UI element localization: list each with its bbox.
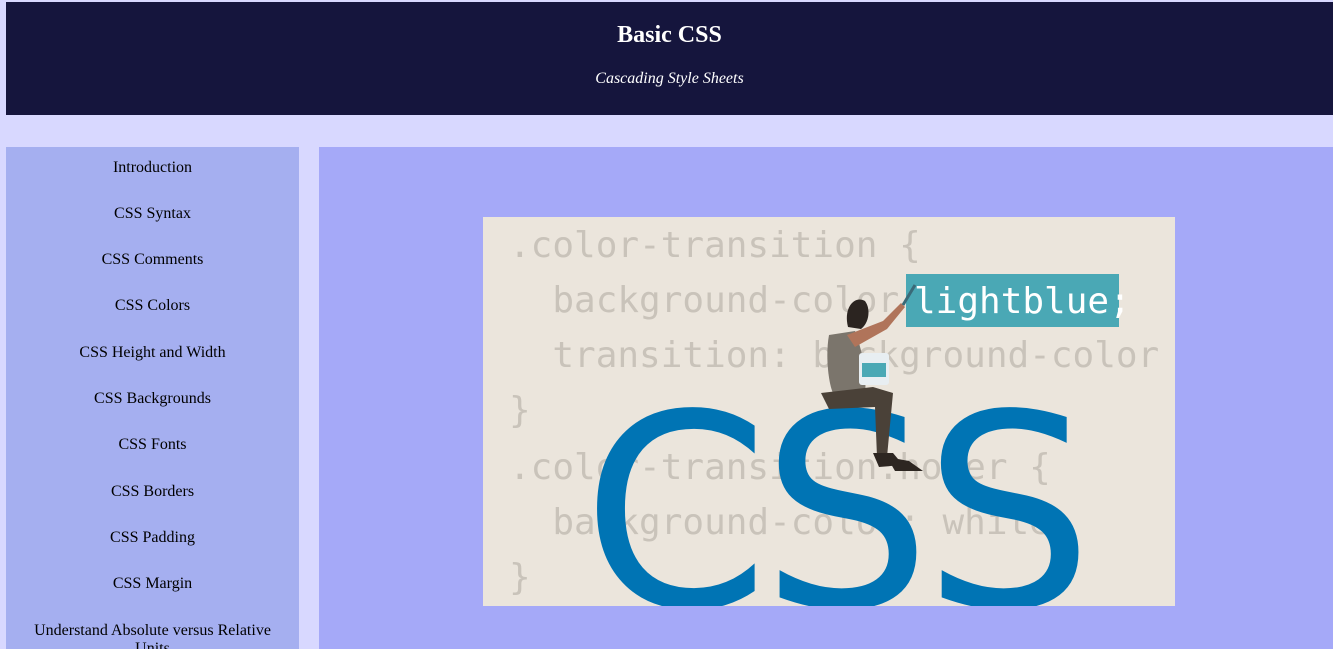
sidebar-item-css-fonts[interactable]: CSS Fonts — [6, 436, 299, 454]
sidebar-item-css-padding[interactable]: CSS Padding — [6, 529, 299, 547]
sidebar-item-css-height-width[interactable]: CSS Height and Width — [6, 344, 299, 362]
sidebar-nav: Introduction CSS Syntax CSS Comments CSS… — [6, 147, 299, 649]
highlight-text: lightblue; — [914, 281, 1131, 322]
sidebar-item-css-margin[interactable]: CSS Margin — [6, 575, 299, 593]
code-line-4: } — [509, 390, 531, 431]
sidebar-item-css-syntax[interactable]: CSS Syntax — [6, 205, 299, 223]
code-line-1: .color-transition { — [509, 225, 921, 266]
page-header: Basic CSS Cascading Style Sheets — [6, 2, 1333, 115]
main-content: .color-transition { background-color: tr… — [319, 147, 1333, 649]
sidebar-item-absolute-relative-units[interactable]: Understand Absolute versus Relative Unit… — [26, 622, 279, 649]
sidebar-item-css-comments[interactable]: CSS Comments — [6, 251, 299, 269]
page-title: Basic CSS — [617, 22, 722, 48]
code-line-7: } — [509, 557, 531, 598]
css-hero-image: .color-transition { background-color: tr… — [483, 217, 1175, 606]
page-subtitle: Cascading Style Sheets — [595, 70, 744, 87]
sidebar-item-css-colors[interactable]: CSS Colors — [6, 297, 299, 315]
sidebar-item-css-backgrounds[interactable]: CSS Backgrounds — [6, 390, 299, 408]
sidebar-item-css-borders[interactable]: CSS Borders — [6, 483, 299, 501]
sidebar-item-introduction[interactable]: Introduction — [6, 159, 299, 177]
